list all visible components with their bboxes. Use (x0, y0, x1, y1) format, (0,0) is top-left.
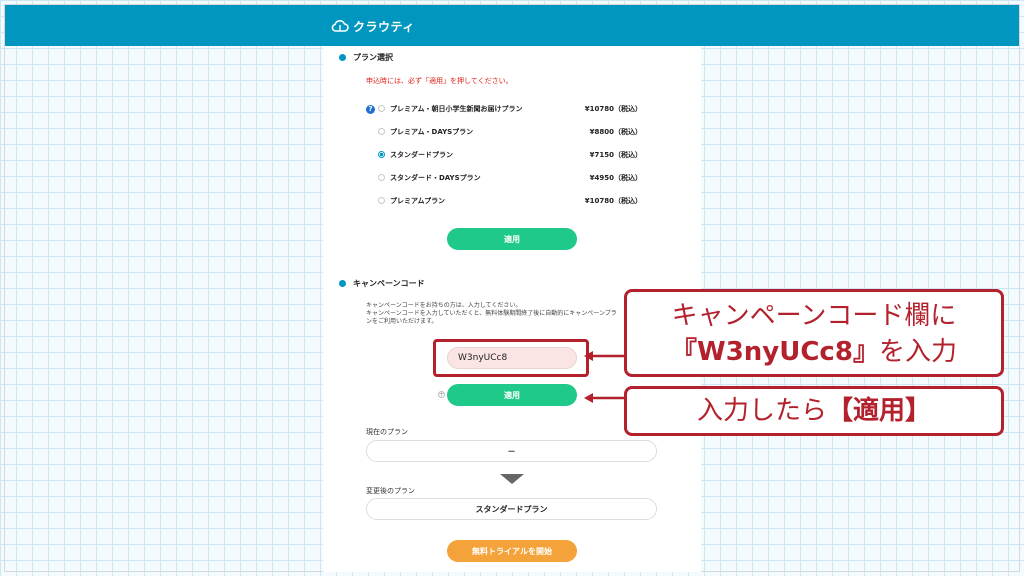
plan-name: スタンダード・DAYSプラン (390, 174, 481, 182)
callout-line: キャンペーンコード欄に (671, 301, 957, 331)
callout-arrows (584, 351, 625, 403)
instruction-callout-apply: 入力したら【適用】 (624, 386, 1004, 436)
apply-notice: 申込時には、必ず「適用」を押してください。 (366, 77, 513, 85)
plan-radio[interactable] (378, 197, 385, 204)
logo[interactable]: クラウティ (331, 16, 415, 36)
plan-name: スタンダードプラン (390, 151, 453, 159)
campaign-apply-button[interactable]: 適用 (447, 384, 577, 406)
help-icon[interactable]: ? (366, 104, 375, 114)
new-plan-value: スタンダードプラン (366, 498, 657, 520)
instruction-callout-code: キャンペーンコード欄に 『W3nyUCc8』を入力 (624, 289, 1004, 377)
campaign-section-heading: キャンペーンコード (339, 278, 425, 289)
plan-option[interactable]: ? プレミアム・朝日小学生新聞お届けプラン ¥10780（税込） (366, 102, 642, 116)
plan-price: ¥8800（税込） (589, 128, 642, 136)
new-plan-label: 変更後のプラン (366, 487, 415, 495)
plan-section-heading: プラン選択 (339, 52, 393, 63)
plan-price: ¥7150（税込） (589, 151, 642, 159)
campaign-desc-line: キャンペーンコードを入力していただくと、無料体験期間終了後に自動的にキャンペーン… (366, 310, 617, 317)
campaign-description: キャンペーンコードをお持ちの方は、入力してください。 キャンペーンコードを入力し… (366, 302, 656, 326)
plan-radio[interactable] (378, 105, 385, 112)
callout-suffix: を入力 (878, 337, 957, 367)
plan-option[interactable]: スタンダードプラン ¥7150（税込） (370, 148, 642, 162)
campaign-desc-line: キャンペーンコードをお持ちの方は、入力してください。 (366, 302, 522, 309)
campaign-section-title: キャンペーンコード (353, 279, 425, 288)
logo-text: クラウティ (353, 19, 415, 34)
arrow-left-head (584, 393, 593, 403)
arrow-down-icon (500, 474, 524, 484)
input-highlight-box (433, 339, 589, 377)
app-header: クラウティ (5, 5, 1019, 46)
plan-radio-selected[interactable] (378, 151, 385, 158)
callout-prefix: 入力したら (696, 396, 827, 426)
campaign-desc-line: ンをご利用いただけます。 (366, 318, 438, 325)
plan-price: ¥10780（税込） (584, 105, 642, 113)
plan-radio[interactable] (378, 128, 385, 135)
callout-line: 『W3nyUCc8』を入力 (627, 334, 1001, 370)
current-plan-label: 現在のプラン (366, 428, 408, 436)
section-bullet-icon (339, 54, 346, 61)
current-plan-value: － (366, 440, 657, 462)
arrow-left-head (584, 351, 593, 361)
cloud-icon (331, 20, 349, 32)
plan-option[interactable]: プレミアムプラン ¥10780（税込） (370, 194, 642, 208)
plan-name: プレミアム・朝日小学生新聞お届けプラン (390, 105, 523, 113)
plan-apply-button[interactable]: 適用 (447, 228, 577, 250)
plan-name: プレミアムプラン (390, 197, 446, 205)
start-trial-button[interactable]: 無料トライアルを開始 (447, 540, 577, 562)
plan-option[interactable]: プレミアム・DAYSプラン ¥8800（税込） (370, 125, 642, 139)
section-bullet-icon (339, 280, 346, 287)
callout-code-text: 『W3nyUCc8』 (671, 337, 879, 367)
callout-apply-text: 【適用】 (827, 396, 932, 426)
plan-option[interactable]: スタンダード・DAYSプラン ¥4950（税込） (370, 171, 642, 185)
plan-section-title: プラン選択 (353, 53, 393, 62)
plus-icon: + (438, 391, 445, 398)
plan-price: ¥4950（税込） (589, 174, 642, 182)
plan-radio[interactable] (378, 174, 385, 181)
plan-price: ¥10780（税込） (584, 197, 642, 205)
plan-name: プレミアム・DAYSプラン (390, 128, 474, 136)
